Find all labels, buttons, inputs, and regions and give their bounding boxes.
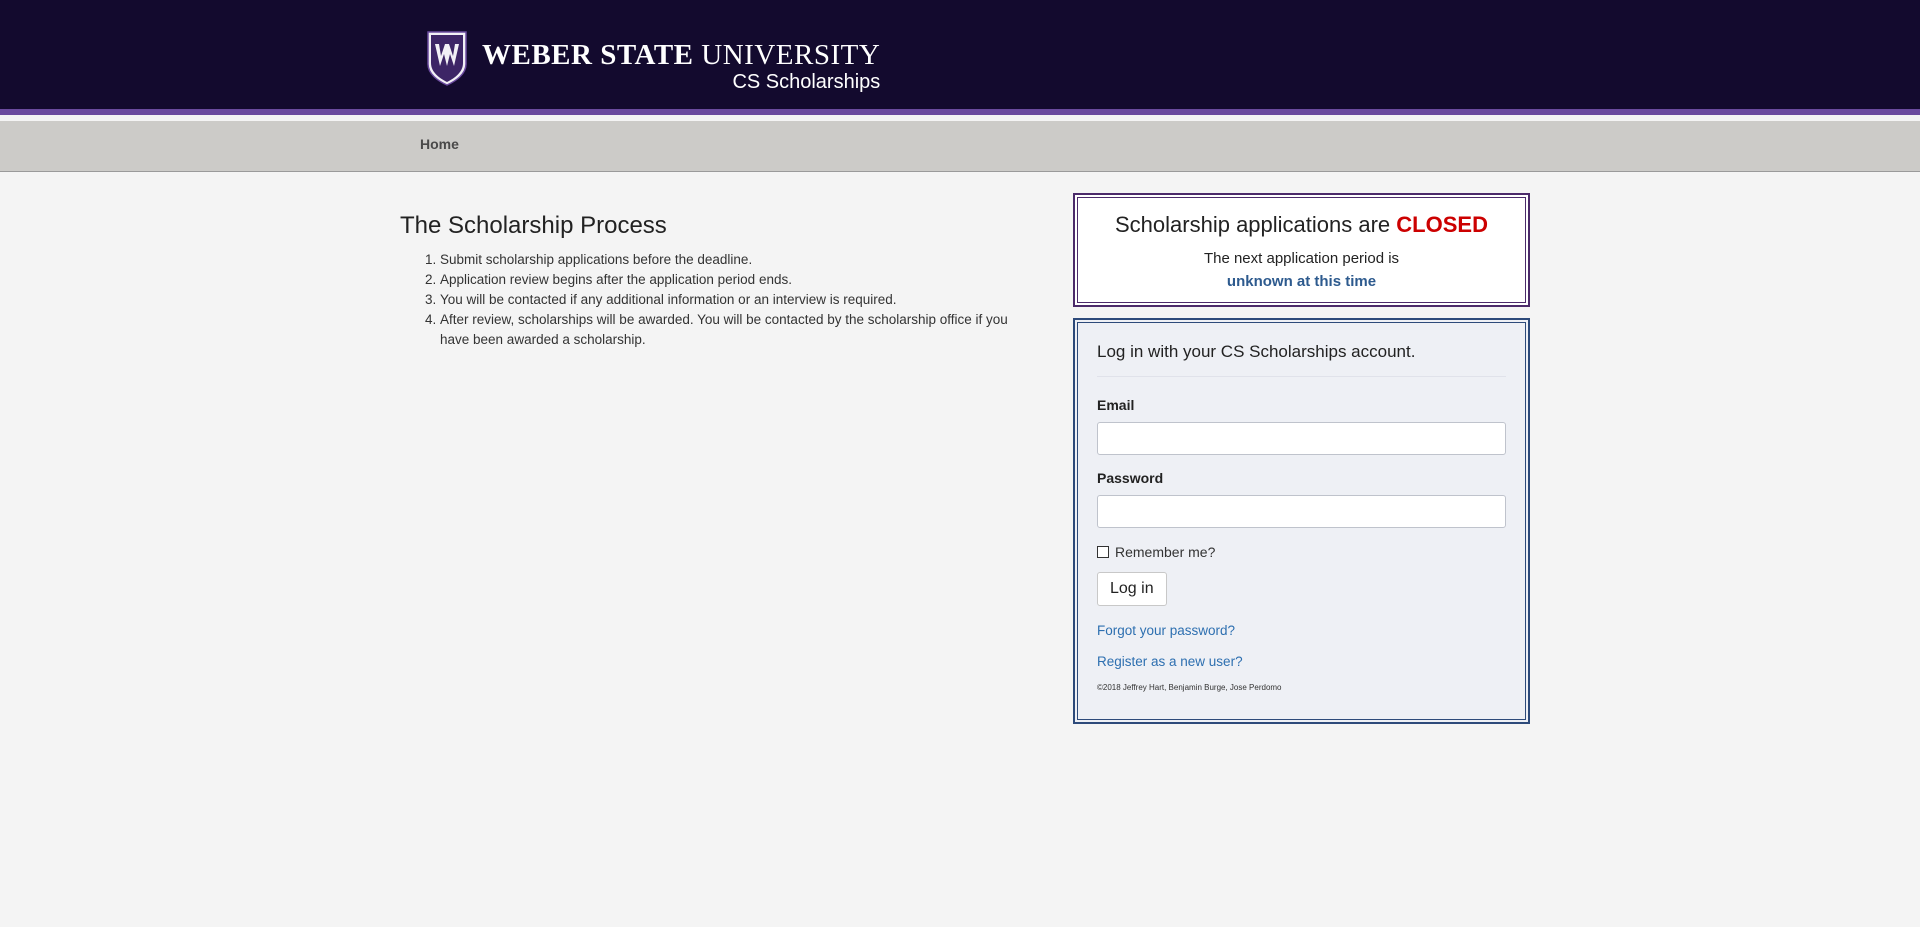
forgot-row: Forgot your password?	[1097, 622, 1506, 640]
login-divider	[1097, 376, 1506, 377]
process-step: Submit scholarship applications before t…	[440, 250, 1040, 270]
email-group: Email	[1097, 397, 1506, 455]
login-form: Log in with your CS Scholarships account…	[1097, 342, 1506, 692]
nav-home-link[interactable]: Home	[420, 136, 459, 152]
process-step: Application review begins after the appl…	[440, 270, 1040, 290]
process-step: You will be contacted if any additional …	[440, 290, 1040, 310]
university-name-rest: UNIVERSITY	[701, 39, 881, 71]
submit-row: Log in	[1097, 572, 1506, 606]
copyright-text: ©2018 Jeffrey Hart, Benjamin Burge, Jose…	[1097, 683, 1282, 692]
forgot-password-link[interactable]: Forgot your password?	[1097, 623, 1235, 638]
login-button[interactable]: Log in	[1097, 572, 1167, 606]
process-step: After review, scholarships will be award…	[440, 310, 1040, 350]
site-name: CS Scholarships	[732, 71, 881, 93]
next-period-value: unknown at this time	[1226, 273, 1377, 290]
university-name: WEBER STATE UNIVERSITY	[482, 40, 880, 70]
register-row: Register as a new user?	[1097, 653, 1506, 671]
site-logo[interactable]: WEBER STATE UNIVERSITY CS Scholarships	[426, 30, 880, 94]
register-link[interactable]: Register as a new user?	[1097, 654, 1243, 669]
site-header: WEBER STATE UNIVERSITY CS Scholarships	[0, 0, 1920, 115]
weber-state-shield-icon	[427, 31, 467, 86]
password-field[interactable]	[1097, 495, 1506, 528]
next-period-label: The next application period is	[1203, 250, 1400, 267]
status-title-prefix: Scholarship applications are	[1115, 212, 1391, 237]
process-title: The Scholarship Process	[400, 212, 667, 239]
logo-text: WEBER STATE UNIVERSITY CS Scholarships	[482, 30, 880, 93]
status-closed-badge: CLOSED	[1396, 212, 1488, 237]
application-status-panel: Scholarship applications are CLOSED The …	[1073, 193, 1530, 307]
email-label: Email	[1097, 397, 1135, 413]
main-nav: Home	[0, 121, 1920, 172]
remember-me-checkbox[interactable]	[1097, 546, 1109, 558]
remember-me-row[interactable]: Remember me?	[1097, 544, 1506, 560]
university-name-bold: WEBER STATE	[482, 39, 694, 71]
scholarship-process-section: The Scholarship Process Submit scholarsh…	[400, 212, 1040, 350]
password-group: Password	[1097, 470, 1506, 528]
status-title: Scholarship applications are CLOSED	[1075, 212, 1528, 238]
login-heading: Log in with your CS Scholarships account…	[1097, 342, 1416, 361]
password-label: Password	[1097, 470, 1164, 486]
remember-me-label[interactable]: Remember me?	[1115, 544, 1215, 560]
email-field[interactable]	[1097, 422, 1506, 455]
login-panel: Log in with your CS Scholarships account…	[1073, 318, 1530, 724]
process-steps-list: Submit scholarship applications before t…	[400, 250, 1040, 350]
